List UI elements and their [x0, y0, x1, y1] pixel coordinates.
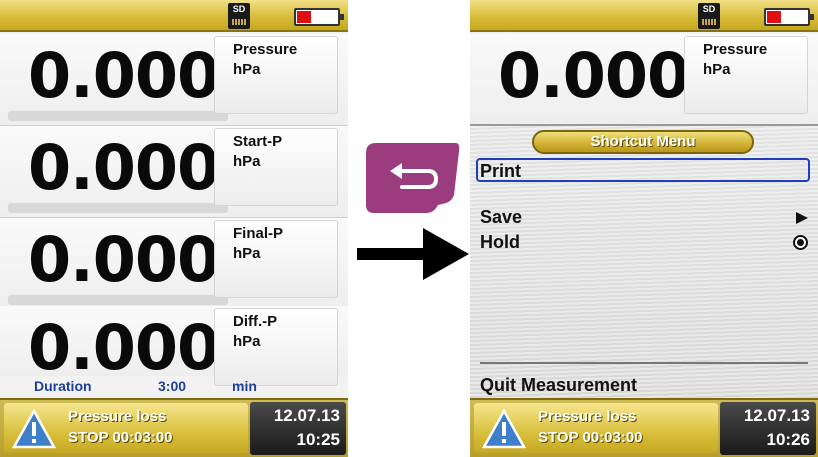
- menu-item-print-label: Print: [480, 161, 522, 181]
- menu-item-quit-measurement[interactable]: Quit Measurement: [480, 374, 810, 398]
- menu-title: Shortcut Menu: [532, 130, 754, 154]
- time-text: 10:26: [766, 430, 810, 449]
- measurement-screen: SD 0.000 Pressure hPa 0.000 Start-P hPa …: [0, 0, 348, 457]
- status-text-line1: Pressure loss: [538, 408, 637, 425]
- diff-p-label-box: Diff.-P hPa: [214, 308, 338, 386]
- pressure-label: Pressure: [233, 41, 298, 58]
- sd-card-icon: SD: [698, 3, 720, 29]
- battery-low-icon: [764, 8, 814, 26]
- start-p-label: Start-P: [233, 133, 283, 150]
- measurement-row-final-p: 0.000 Final-P hPa: [0, 218, 348, 310]
- shortcut-menu-screen: SD 0.000 Pressure hPa Shortcut Menu Prin…: [470, 0, 818, 457]
- status-bar-bottom: Pressure loss STOP 00:03:00 12.07.13 10:…: [470, 398, 818, 457]
- menu-item-save[interactable]: Save: [480, 206, 810, 230]
- measurement-row-pressure: 0.000 Pressure hPa: [0, 34, 348, 126]
- measurement-row-pressure: 0.000 Pressure hPa: [470, 34, 818, 124]
- datetime-box: 12.07.13 10:25: [250, 402, 346, 455]
- menu-item-print[interactable]: Print: [476, 158, 810, 182]
- final-p-label-box: Final-P hPa: [214, 220, 338, 298]
- date-text: 12.07.13: [273, 406, 340, 425]
- pressure-label-box: Pressure hPa: [214, 36, 338, 114]
- status-bar-top: SD: [0, 0, 348, 32]
- sd-card-icon: SD: [228, 3, 250, 29]
- status-text-line1: Pressure loss: [68, 408, 167, 425]
- status-text-line2: STOP 00:03:00: [68, 429, 173, 446]
- measurement-row-start-p: 0.000 Start-P hPa: [0, 126, 348, 218]
- final-p-label: Final-P: [233, 225, 284, 242]
- diff-p-unit: hPa: [233, 333, 261, 350]
- pressure-label: Pressure: [703, 41, 768, 58]
- battery-low-icon: [294, 8, 344, 26]
- warning-icon: [482, 409, 526, 449]
- start-p-unit: hPa: [233, 153, 261, 170]
- back-key-button[interactable]: [366, 143, 460, 213]
- pressure-unit: hPa: [703, 61, 731, 78]
- warning-icon: [12, 409, 56, 449]
- duration-unit: min: [232, 378, 257, 394]
- status-bar-bottom: Pressure loss STOP 00:03:00 12.07.13 10:…: [0, 398, 348, 457]
- start-p-value: 0.000: [28, 131, 220, 204]
- menu-item-save-label: Save: [480, 207, 523, 227]
- date-text: 12.07.13: [743, 406, 810, 425]
- time-text: 10:25: [296, 430, 340, 449]
- menu-divider: [480, 362, 808, 364]
- status-message: Pressure loss STOP 00:03:00: [4, 403, 248, 453]
- menu-item-hold[interactable]: Hold: [480, 231, 810, 255]
- shortcut-menu: Shortcut Menu Print Save Hold Quit Measu…: [470, 124, 818, 398]
- menu-item-quit-label: Quit Measurement: [480, 375, 638, 395]
- measurement-row-diff-p: 0.000 Diff.-P hPa: [0, 306, 348, 386]
- pressure-unit: hPa: [233, 61, 261, 78]
- status-text-line2: STOP 00:03:00: [538, 429, 643, 446]
- duration-value: 3:00: [158, 378, 187, 394]
- duration-label: Duration: [34, 378, 92, 394]
- submenu-arrow-icon: [796, 212, 808, 224]
- diff-p-label: Diff.-P: [233, 313, 278, 330]
- duration-line: Duration 3:00 min: [0, 376, 348, 398]
- final-p-unit: hPa: [233, 245, 261, 262]
- start-p-label-box: Start-P hPa: [214, 128, 338, 206]
- arrow-right-icon: [357, 228, 469, 280]
- pressure-value: 0.000: [28, 39, 220, 112]
- datetime-box: 12.07.13 10:26: [720, 402, 816, 455]
- status-bar-top: SD: [470, 0, 818, 32]
- menu-item-hold-label: Hold: [480, 232, 520, 252]
- final-p-value: 0.000: [28, 223, 220, 296]
- radio-selected-icon: [793, 235, 808, 250]
- pressure-value: 0.000: [498, 39, 690, 112]
- pressure-label-box: Pressure hPa: [684, 36, 808, 114]
- status-message: Pressure loss STOP 00:03:00: [474, 403, 718, 453]
